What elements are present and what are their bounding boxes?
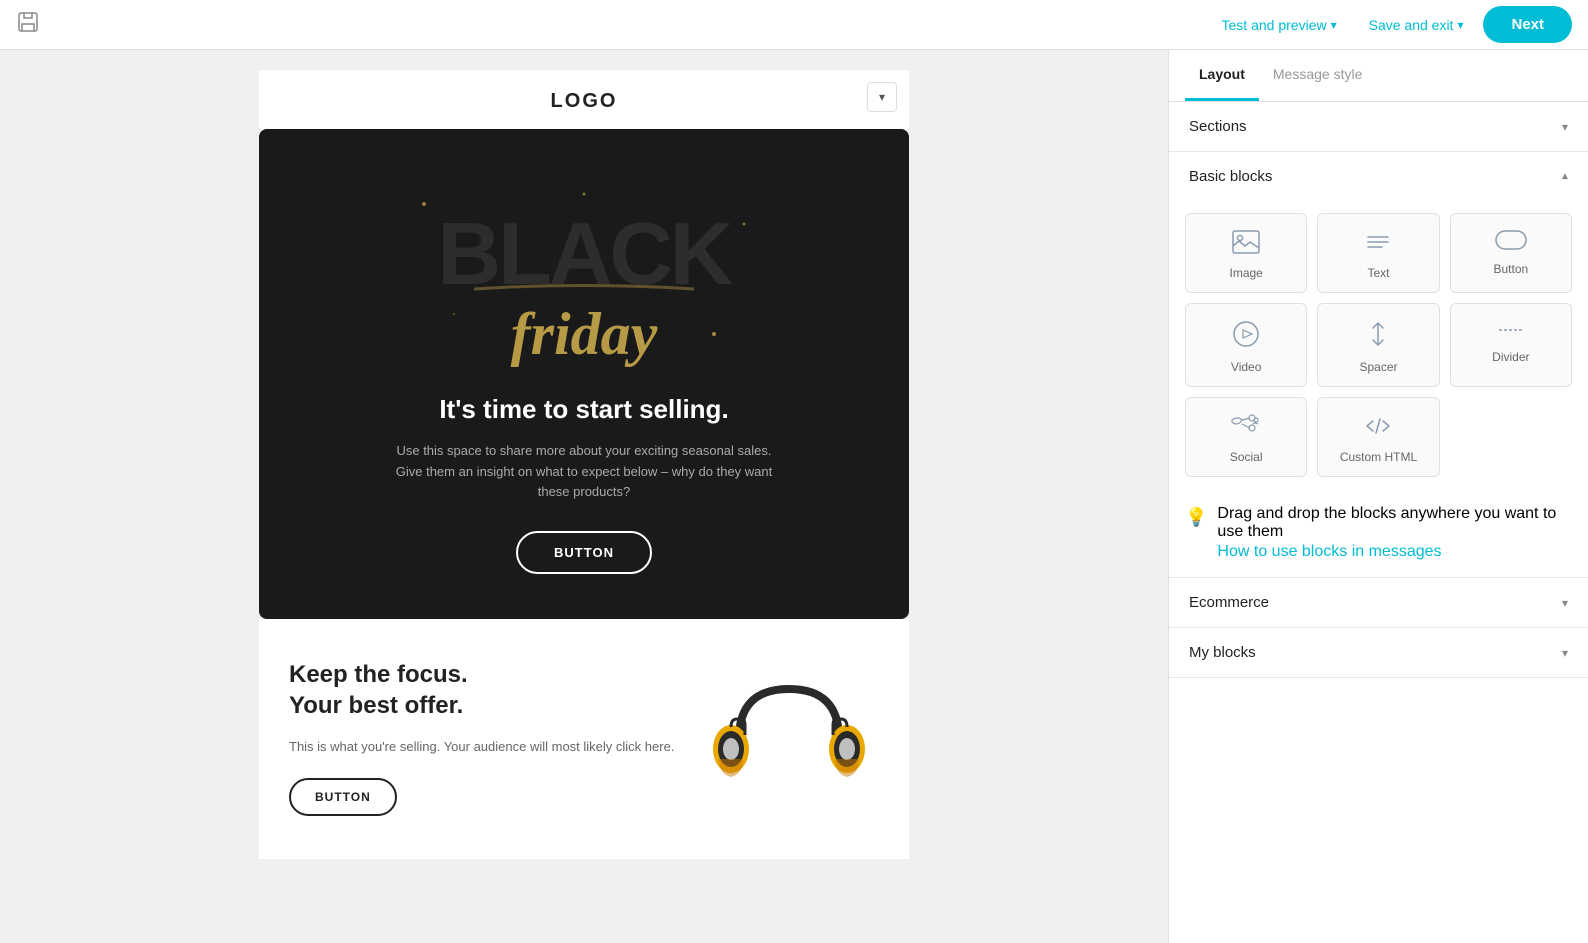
drag-hint: 💡 Drag and drop the blocks anywhere you … xyxy=(1169,493,1588,577)
test-preview-button[interactable]: Test and preview xyxy=(1210,9,1349,41)
social-block-label: Social xyxy=(1230,450,1263,464)
canvas-inner: LOGO ▾ BLACK xyxy=(259,70,909,859)
logo-text: LOGO xyxy=(551,90,618,112)
topbar: Test and preview Save and exit Next xyxy=(0,0,1588,50)
content-button[interactable]: BUTTON xyxy=(289,778,397,816)
ecommerce-header[interactable]: Ecommerce ▾ xyxy=(1169,578,1588,627)
image-block-icon xyxy=(1232,230,1260,258)
svg-text:friday: friday xyxy=(511,301,658,367)
basic-blocks-panel: Basic blocks ▾ Image xyxy=(1169,152,1588,578)
headphones-icon xyxy=(709,659,869,819)
content-title-line2: Your best offer. xyxy=(289,690,675,721)
black-friday-graphic: BLACK friday xyxy=(394,174,774,374)
topbar-actions: Test and preview Save and exit Next xyxy=(1210,6,1572,43)
divider-block-icon xyxy=(1497,320,1525,342)
my-blocks-label: My blocks xyxy=(1189,644,1256,661)
text-block-label: Text xyxy=(1367,266,1389,280)
block-video[interactable]: Video xyxy=(1185,303,1307,387)
main-layout: LOGO ▾ BLACK xyxy=(0,50,1588,943)
image-block-label: Image xyxy=(1229,266,1262,280)
video-block-label: Video xyxy=(1231,360,1261,374)
sections-header[interactable]: Sections ▾ xyxy=(1169,102,1588,151)
video-block-icon xyxy=(1232,320,1260,352)
drag-hint-link[interactable]: How to use blocks in messages xyxy=(1217,543,1572,561)
block-divider[interactable]: Divider xyxy=(1450,303,1572,387)
logo-header: LOGO xyxy=(259,70,909,129)
custom-html-block-label: Custom HTML xyxy=(1340,450,1417,464)
sections-panel: Sections ▾ xyxy=(1169,102,1588,152)
blocks-grid: Image Text xyxy=(1169,201,1588,493)
canvas-wrapper: LOGO ▾ xyxy=(259,70,909,129)
hero-block: BLACK friday It's time to start selling. xyxy=(259,129,909,619)
ecommerce-panel: Ecommerce ▾ xyxy=(1169,578,1588,628)
content-description: This is what you're selling. Your audien… xyxy=(289,737,675,758)
content-title: Keep the focus. Your best offer. xyxy=(289,659,675,721)
hero-title-image: BLACK friday xyxy=(394,174,774,374)
save-draft-icon[interactable] xyxy=(16,10,40,34)
drag-hint-content: Drag and drop the blocks anywhere you wa… xyxy=(1217,505,1572,561)
block-text[interactable]: Text xyxy=(1317,213,1439,293)
ecommerce-chevron: ▾ xyxy=(1562,596,1568,610)
block-custom-html[interactable]: Custom HTML xyxy=(1317,397,1439,477)
basic-blocks-header[interactable]: Basic blocks ▾ xyxy=(1169,152,1588,201)
drag-hint-text: Drag and drop the blocks anywhere you wa… xyxy=(1217,505,1556,540)
custom-html-block-icon xyxy=(1362,414,1394,442)
hero-button[interactable]: BUTTON xyxy=(516,531,652,574)
next-button[interactable]: Next xyxy=(1483,6,1572,43)
my-blocks-header[interactable]: My blocks ▾ xyxy=(1169,628,1588,677)
sections-chevron: ▾ xyxy=(1562,120,1568,134)
save-exit-button[interactable]: Save and exit xyxy=(1357,9,1476,41)
content-left: Keep the focus. Your best offer. This is… xyxy=(289,659,675,816)
hero-headline: It's time to start selling. xyxy=(439,394,728,425)
basic-blocks-chevron: ▾ xyxy=(1562,170,1568,184)
topbar-left xyxy=(16,10,40,39)
basic-blocks-label: Basic blocks xyxy=(1189,168,1272,185)
spacer-block-label: Spacer xyxy=(1359,360,1397,374)
lightbulb-icon: 💡 xyxy=(1185,507,1207,528)
block-spacer[interactable]: Spacer xyxy=(1317,303,1439,387)
block-social[interactable]: Social xyxy=(1185,397,1307,477)
content-title-line1: Keep the focus. xyxy=(289,659,675,690)
my-blocks-chevron: ▾ xyxy=(1562,646,1568,660)
panel-tabs: Layout Message style xyxy=(1169,50,1588,102)
collapse-button[interactable]: ▾ xyxy=(867,82,897,112)
button-block-label: Button xyxy=(1493,262,1528,276)
canvas-area: LOGO ▾ BLACK xyxy=(0,50,1168,943)
content-block: Keep the focus. Your best offer. This is… xyxy=(259,619,909,859)
ecommerce-label: Ecommerce xyxy=(1189,594,1269,611)
button-block-icon xyxy=(1495,230,1527,254)
content-image xyxy=(699,659,879,819)
my-blocks-panel: My blocks ▾ xyxy=(1169,628,1588,678)
text-block-icon xyxy=(1364,230,1392,258)
divider-block-label: Divider xyxy=(1492,350,1529,364)
spacer-block-icon xyxy=(1364,320,1392,352)
right-panel: Layout Message style Sections ▾ Basic bl… xyxy=(1168,50,1588,943)
tab-layout[interactable]: Layout xyxy=(1185,50,1259,101)
social-block-icon xyxy=(1230,414,1262,442)
block-image[interactable]: Image xyxy=(1185,213,1307,293)
tab-message-style[interactable]: Message style xyxy=(1259,50,1376,101)
block-button[interactable]: Button xyxy=(1450,213,1572,293)
hero-subtext: Use this space to share more about your … xyxy=(384,441,784,503)
sections-label: Sections xyxy=(1189,118,1247,135)
